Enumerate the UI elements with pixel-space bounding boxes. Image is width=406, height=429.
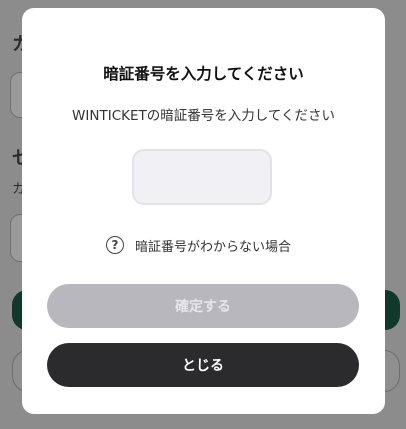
close-button[interactable]: とじる	[47, 343, 359, 387]
modal-title: 暗証番号を入力してください	[103, 65, 304, 83]
question-circle-icon: ?	[106, 236, 124, 254]
confirm-button[interactable]: 確定する	[47, 284, 359, 328]
pin-input[interactable]	[132, 149, 272, 205]
forgot-pin-text: 暗証番号がわからない場合	[135, 239, 292, 255]
forgot-pin-link[interactable]: ? 暗証番号がわからない場合	[106, 235, 291, 255]
pin-modal: 暗証番号を入力してください WINTICKETの暗証番号を入力してください ? …	[22, 8, 385, 414]
modal-description: WINTICKETの暗証番号を入力してください	[72, 108, 335, 124]
